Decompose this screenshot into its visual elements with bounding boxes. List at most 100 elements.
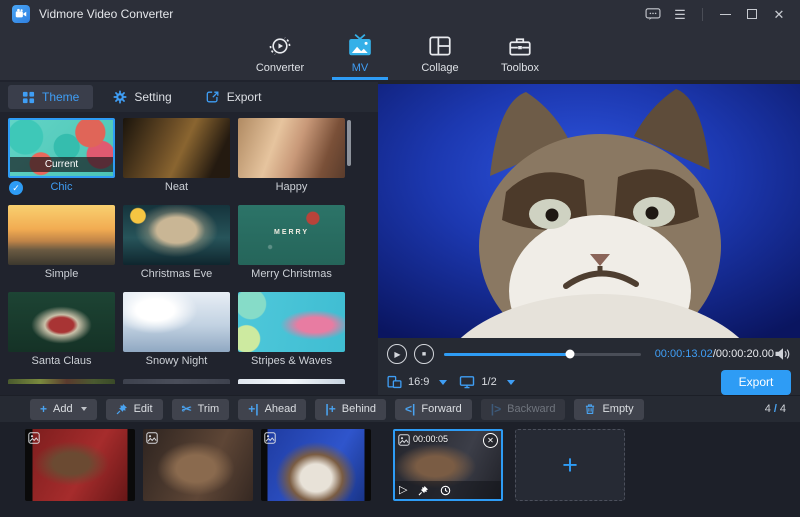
theme-art-text: MERRY [238,229,345,236]
timeline-clip-1[interactable] [25,429,135,501]
ahead-button[interactable]: +| Ahead [238,399,306,420]
tab-theme-label: Theme [42,90,79,104]
scissors-icon: ✂ [182,403,192,415]
theme-item-merry-christmas[interactable]: MERRY Merry Christmas [238,205,345,282]
image-badge-icon [264,432,276,444]
sidebar-tabs: Theme Setting Export [0,82,378,112]
theme-thumbnail[interactable] [238,118,345,178]
add-caret-icon [81,407,87,411]
theme-thumbnail-partial[interactable] [238,379,345,384]
pin-icon [116,403,128,415]
theme-thumbnail[interactable]: Current [8,118,115,178]
export-box-icon [206,90,220,104]
progress-fill [444,353,570,356]
tab-export[interactable]: Export [192,85,276,109]
stop-button[interactable]: ■ [414,344,434,364]
theme-item-stripes-waves[interactable]: Stripes & Waves [238,292,345,369]
playback-controls: ▶ ■ 00:00:13.02/00:00:20.00 [378,338,800,395]
clip-duration: 00:00:05 [413,434,448,444]
clip-clock-icon[interactable] [440,485,451,496]
theme-thumbnail[interactable] [123,292,230,352]
theme-label: Merry Christmas [238,268,345,282]
app-logo-icon [12,5,30,23]
theme-item-christmas-eve[interactable]: Christmas Eve [123,205,230,282]
timeline-clip-3[interactable] [261,429,371,501]
theme-thumbnail[interactable] [123,205,230,265]
theme-item-neat[interactable]: Neat [123,118,230,195]
timeline-clip-2[interactable] [143,429,253,501]
insert-ahead-icon: +| [248,403,258,415]
forward-button[interactable]: <| Forward [395,399,472,420]
behind-button[interactable]: |+ Behind [315,399,386,420]
theme-item-snowy-night[interactable]: Snowy Night [123,292,230,369]
theme-label: Happy [238,181,345,195]
theme-thumbnail[interactable]: MERRY [238,205,345,265]
empty-button[interactable]: Empty [574,399,643,420]
tab-mv-label: MV [352,62,369,74]
theme-thumbnail[interactable] [8,292,115,352]
tab-toolbox[interactable]: Toolbox [484,28,556,80]
current-theme-overlay: Current [10,157,113,172]
clip-edit-pin-icon[interactable] [418,485,429,496]
minimize-button[interactable] [716,5,734,23]
trash-icon [584,403,596,415]
clip-counter: 4 / 4 [765,403,786,415]
tab-converter[interactable]: Converter [244,28,316,80]
theme-item-simple[interactable]: Simple [8,205,115,282]
feedback-bubble-icon[interactable] [644,5,662,23]
tab-theme[interactable]: Theme [8,85,93,109]
add-button[interactable]: + Add [30,399,97,420]
maximize-button[interactable] [743,5,761,23]
screen-caret-icon[interactable] [507,380,515,385]
close-button[interactable]: ✕ [770,5,788,23]
preview-options-row: 16:9 1/2 Export [387,369,791,395]
timeline-clip-4-selected[interactable]: 00:00:05 ✕ ▷ [393,429,503,501]
backward-button[interactable]: |> Backward [481,399,566,420]
trim-button[interactable]: ✂ Trim [172,399,230,420]
screen-icon [459,375,475,389]
tab-setting[interactable]: Setting [99,85,185,109]
menu-icon[interactable]: ☰ [671,5,689,23]
theme-thumbnail-partial[interactable] [123,379,230,384]
theme-label: Santa Claus [8,355,115,369]
clip-play-icon[interactable]: ▷ [399,485,407,496]
theme-thumbnail[interactable] [8,205,115,265]
aspect-ratio-value[interactable]: 16:9 [408,376,429,388]
collage-icon [427,33,453,59]
theme-thumbnail-partial[interactable] [8,379,115,384]
current-time: 00:00:13.02 [655,348,713,360]
transport-row: ▶ ■ 00:00:13.02/00:00:20.00 [387,341,791,367]
empty-label: Empty [602,403,633,415]
add-clip-button[interactable]: + [515,429,625,501]
gear-icon [113,90,127,104]
progress-thumb[interactable] [565,350,574,359]
play-button[interactable]: ▶ [387,344,407,364]
selected-check-icon: ✓ [9,181,23,195]
theme-grid: Current ✓ Chic Neat Happy Simple [8,118,346,369]
aspect-caret-icon[interactable] [439,380,447,385]
titlebar: Vidmore Video Converter ☰ ✕ [0,0,800,28]
volume-icon[interactable] [774,347,791,361]
theme-item-santa-claus[interactable]: Santa Claus [8,292,115,369]
remove-clip-icon[interactable]: ✕ [483,433,498,448]
video-preview-frame[interactable] [378,80,800,338]
clip-counter-separator: / [774,403,777,415]
screen-page-value[interactable]: 1/2 [481,376,496,388]
theme-item-chic[interactable]: Current ✓ Chic [8,118,115,195]
video-preview-image [378,84,800,338]
scrollbar-thumb[interactable] [347,120,351,166]
tab-setting-label: Setting [134,90,171,104]
image-badge-icon [146,432,158,444]
tab-export-label: Export [227,90,262,104]
backward-label: Backward [507,403,555,415]
edit-button[interactable]: Edit [106,399,163,420]
theme-thumbnail[interactable] [238,292,345,352]
progress-slider[interactable] [444,353,641,356]
tab-mv[interactable]: MV [324,28,396,80]
export-button[interactable]: Export [721,370,791,395]
tab-collage[interactable]: Collage [404,28,476,80]
image-badge-icon [28,432,40,444]
theme-thumbnail[interactable] [123,118,230,178]
theme-item-happy[interactable]: Happy [238,118,345,195]
clip-counter-position: 4 [765,403,771,415]
